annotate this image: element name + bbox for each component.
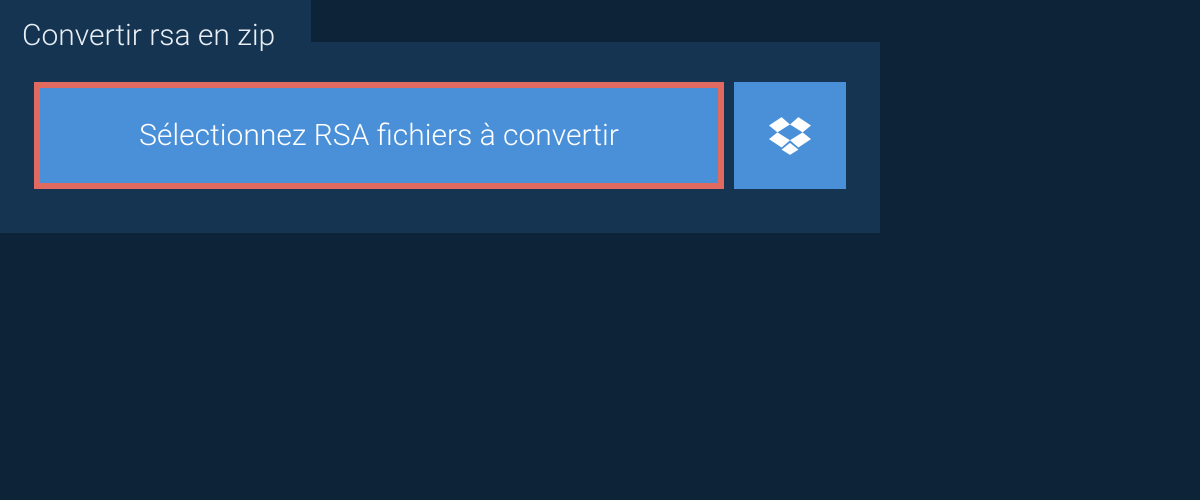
dropbox-icon <box>769 115 811 157</box>
select-files-button[interactable]: Sélectionnez RSA fichiers à convertir <box>34 82 724 189</box>
tab-label: Convertir rsa en zip <box>22 18 275 53</box>
dropbox-button[interactable] <box>734 82 846 189</box>
tab-convert[interactable]: Convertir rsa en zip <box>0 0 311 71</box>
converter-panel: Convertir rsa en zip Sélectionnez RSA fi… <box>0 42 880 233</box>
select-files-label: Sélectionnez RSA fichiers à convertir <box>139 118 619 153</box>
